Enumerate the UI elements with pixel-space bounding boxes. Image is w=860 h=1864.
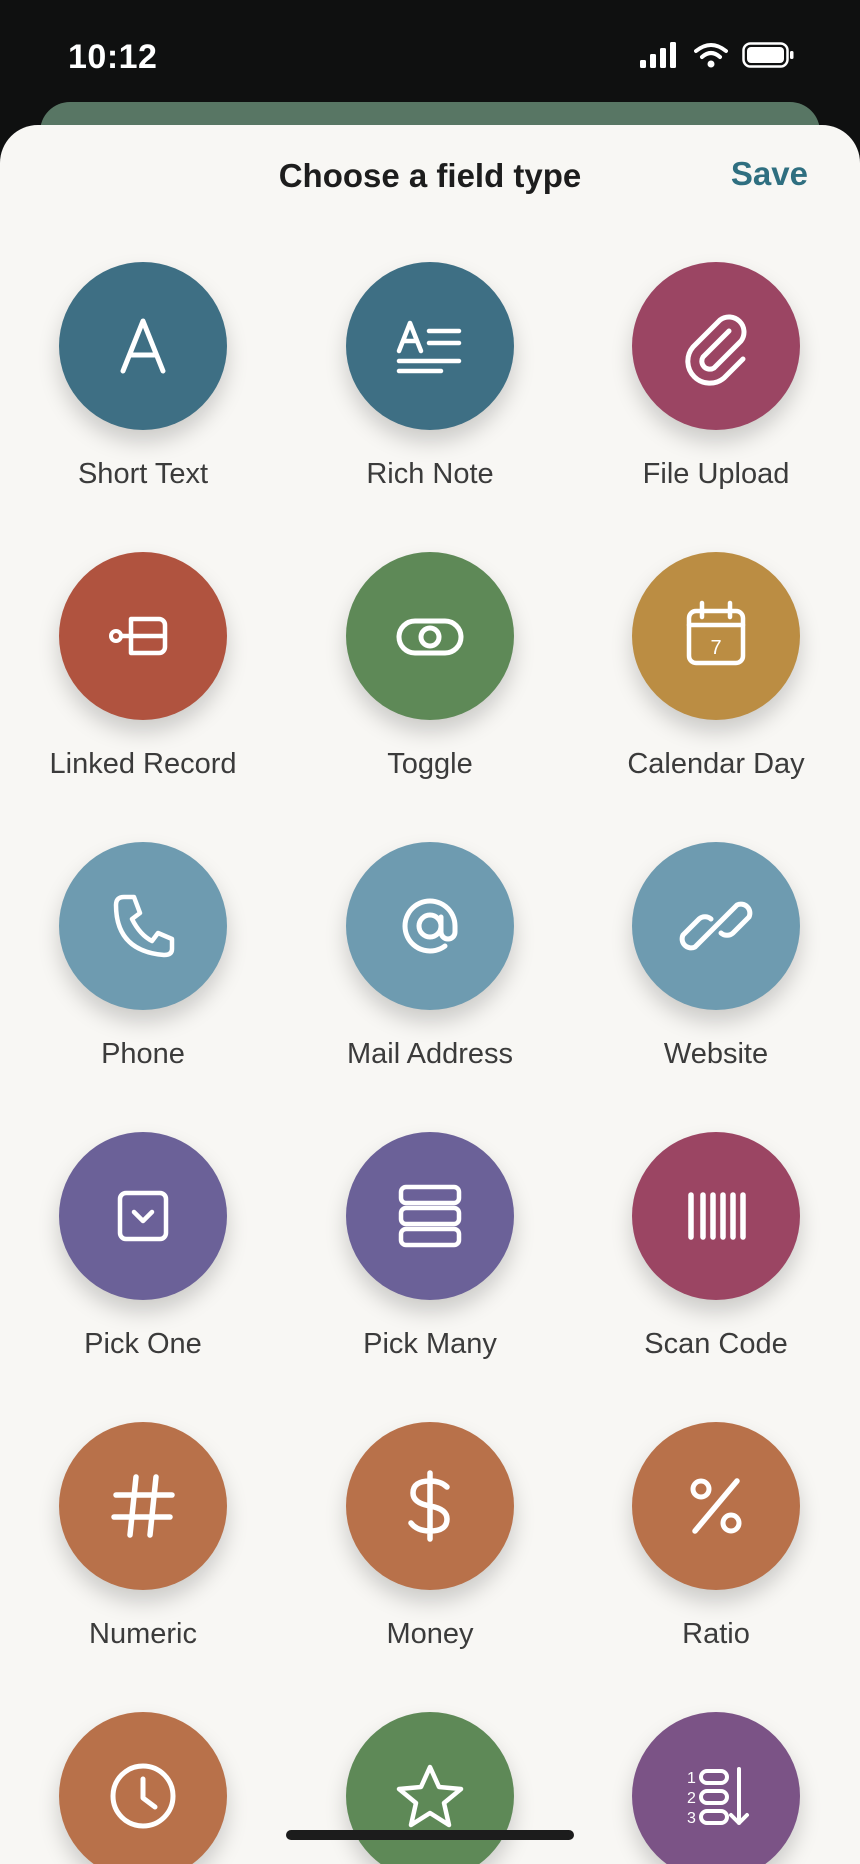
field-type-pick-one[interactable]: Pick One	[0, 1132, 286, 1361]
field-type-numeric[interactable]: Numeric	[0, 1422, 286, 1651]
ratio-button[interactable]	[632, 1422, 800, 1590]
file-upload-button[interactable]	[632, 262, 800, 430]
field-type-ratio[interactable]: Ratio	[573, 1422, 859, 1651]
field-type-short-text[interactable]: Short Text	[0, 262, 286, 491]
svg-text:2: 2	[687, 1790, 696, 1807]
field-type-label: Scan Code	[644, 1328, 788, 1360]
phone-button[interactable]	[59, 842, 227, 1010]
field-type-label: Website	[663, 1038, 769, 1070]
field-type-label: Calendar Day	[627, 748, 805, 780]
link-record-icon	[109, 616, 168, 656]
field-type-label: Pick One	[84, 1328, 202, 1360]
percent-icon	[690, 1478, 742, 1534]
letter-a-icon	[120, 318, 166, 374]
svg-text:3: 3	[687, 1810, 696, 1827]
at-sign-icon	[402, 898, 458, 954]
field-type-label: Money	[386, 1618, 474, 1650]
field-type-label: Pick Many	[363, 1328, 497, 1360]
hash-icon	[111, 1474, 175, 1538]
time-button[interactable]	[59, 1712, 227, 1864]
clock-icon	[110, 1763, 176, 1829]
status-bar: 10:12	[0, 0, 860, 110]
dropdown-icon	[117, 1190, 169, 1242]
battery-icon	[742, 42, 794, 68]
toggle-button[interactable]	[346, 552, 514, 720]
dollar-icon	[408, 1470, 450, 1542]
field-type-label: Toggle	[387, 748, 473, 780]
field-type-file-upload[interactable]: File Upload	[573, 262, 859, 491]
numeric-button[interactable]	[59, 1422, 227, 1590]
stack-icon	[398, 1184, 462, 1248]
scan-code-button[interactable]	[632, 1132, 800, 1300]
field-type-label: Numeric	[89, 1618, 197, 1650]
field-type-label: File Upload	[642, 458, 790, 490]
field-type-mail-address[interactable]: Mail Address	[287, 842, 573, 1071]
phone-icon	[113, 894, 175, 958]
field-type-website[interactable]: Website	[573, 842, 859, 1071]
svg-text:7: 7	[710, 637, 721, 659]
calendar-icon: 7	[686, 600, 746, 666]
status-icons	[640, 42, 794, 68]
text-lines-icon	[396, 320, 462, 374]
field-type-label: Ratio	[682, 1618, 750, 1650]
website-button[interactable]	[632, 842, 800, 1010]
field-type-scan-code[interactable]: Scan Code	[573, 1132, 859, 1361]
field-type-label: Short Text	[77, 458, 209, 490]
rich-note-button[interactable]	[346, 262, 514, 430]
star-icon	[396, 1764, 464, 1828]
barcode-icon	[688, 1192, 746, 1240]
field-type-pick-many[interactable]: Pick Many	[287, 1132, 573, 1361]
field-type-label: Mail Address	[346, 1038, 513, 1070]
field-type-rich-note[interactable]: Rich Note	[287, 262, 573, 491]
field-type-time[interactable]	[0, 1712, 286, 1864]
link-icon	[679, 901, 753, 951]
field-type-label: Phone	[101, 1038, 185, 1070]
numbered-list-icon: 1 2 3	[687, 1767, 749, 1827]
field-type-label: Linked Record	[49, 748, 237, 780]
money-button[interactable]	[346, 1422, 514, 1590]
field-type-calendar-day[interactable]: 7 Calendar Day	[573, 552, 859, 781]
field-type-label: Rich Note	[366, 458, 494, 490]
field-type-phone[interactable]: Phone	[0, 842, 286, 1071]
save-button[interactable]: Save	[731, 155, 808, 193]
field-type-money[interactable]: Money	[287, 1422, 573, 1651]
field-type-rating[interactable]	[287, 1712, 573, 1864]
wifi-icon	[694, 43, 728, 68]
linked-record-button[interactable]	[59, 552, 227, 720]
pick-many-button[interactable]	[346, 1132, 514, 1300]
toggle-icon	[396, 618, 464, 656]
pick-one-button[interactable]	[59, 1132, 227, 1300]
short-text-button[interactable]	[59, 262, 227, 430]
rating-button[interactable]	[346, 1712, 514, 1864]
ordered-list-button[interactable]: 1 2 3	[632, 1712, 800, 1864]
field-type-linked-record[interactable]: Linked Record	[0, 552, 286, 781]
calendar-day-button[interactable]: 7	[632, 552, 800, 720]
signal-icon	[640, 42, 676, 68]
mail-address-button[interactable]	[346, 842, 514, 1010]
field-type-sheet: Choose a field type Save Short Text Rich…	[0, 125, 860, 1864]
sheet-header: Choose a field type Save	[0, 125, 860, 225]
status-time: 10:12	[68, 38, 158, 76]
svg-text:1: 1	[687, 1770, 696, 1787]
field-type-toggle[interactable]: Toggle	[287, 552, 573, 781]
home-indicator[interactable]	[286, 1830, 574, 1840]
field-type-ordered-list[interactable]: 1 2 3	[573, 1712, 859, 1864]
paperclip-icon	[685, 314, 747, 386]
